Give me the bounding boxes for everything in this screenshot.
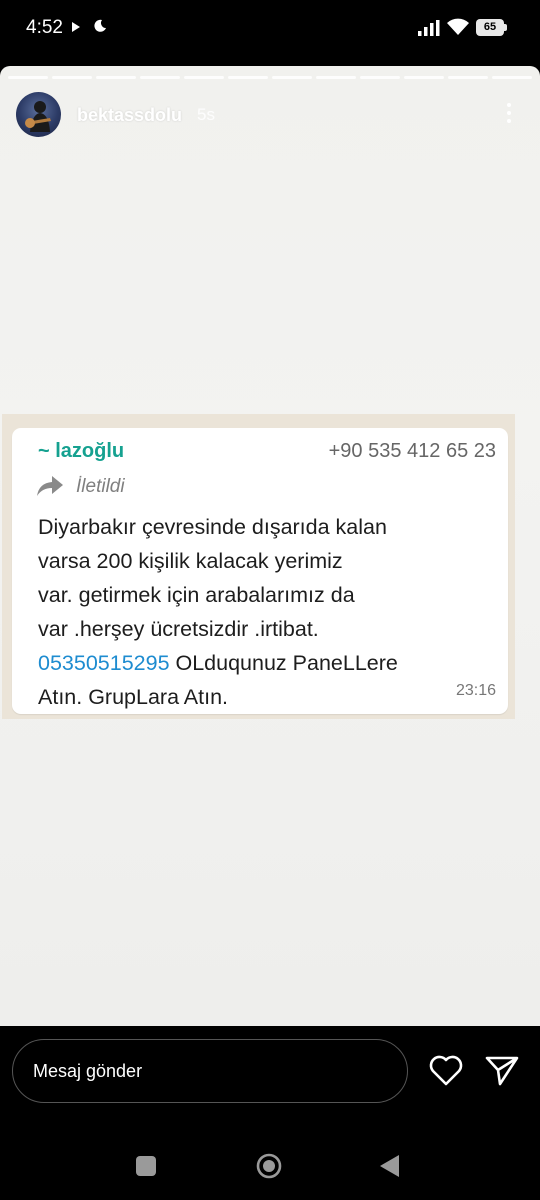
message-input[interactable]: Mesaj gönder — [12, 1039, 408, 1103]
recent-apps-icon[interactable] — [136, 1156, 156, 1176]
message-time: 23:16 — [455, 682, 496, 699]
progress-segment — [492, 76, 532, 79]
more-options-button[interactable] — [494, 98, 524, 128]
story-header: bektassdolu 5s — [16, 90, 526, 137]
progress-segment — [228, 76, 268, 79]
wifi-icon — [447, 18, 469, 35]
story-image: ~ lazoğlu +90 535 412 65 23 İletildi Diy… — [2, 414, 515, 719]
message-body: Diyarbakır çevresinde dışarıda kalan var… — [38, 510, 502, 714]
reply-bar: Mesaj gönder — [0, 1026, 540, 1126]
progress-segment — [184, 76, 224, 79]
status-bar: 4:52 65 — [0, 0, 540, 60]
message-line: Atın. GrupLara Atın. — [38, 685, 229, 709]
home-icon[interactable] — [256, 1153, 282, 1179]
phone-link[interactable]: 05350515295 — [38, 651, 170, 675]
message-line-rest: OLduqunuz PaneLLere — [169, 651, 398, 675]
message-line: 05350515295 OLduqunuz PaneLLere — [38, 646, 502, 680]
progress-segment — [8, 76, 48, 79]
progress-segment — [96, 76, 136, 79]
battery-icon: 65 — [476, 19, 508, 36]
sender-phone: +90 535 412 65 23 — [328, 440, 496, 462]
play-icon — [72, 22, 80, 32]
forward-icon — [37, 476, 63, 496]
message-input-placeholder: Mesaj gönder — [33, 1061, 143, 1081]
progress-segment — [272, 76, 312, 79]
message-sender: ~ lazoğlu — [38, 440, 125, 462]
avatar-figure — [25, 101, 51, 132]
progress-segment — [404, 76, 444, 79]
message-line: Diyarbakır çevresinde dışarıda kalan — [38, 515, 387, 539]
story-progress — [8, 76, 532, 79]
signal-icon — [418, 20, 440, 36]
message-line: var. getirmek için arabalarımız da — [38, 583, 355, 607]
story-view[interactable]: bektassdolu 5s ~ lazoğlu +90 535 412 65 … — [0, 66, 540, 1026]
send-icon[interactable] — [484, 1053, 520, 1087]
back-icon[interactable] — [380, 1155, 399, 1177]
battery-level: 65 — [476, 19, 504, 36]
progress-segment — [140, 76, 180, 79]
status-time: 4:52 — [26, 17, 63, 38]
message-line: varsa 200 kişilik kalacak yerimiz — [38, 549, 343, 573]
story-age: 5s — [197, 105, 215, 124]
message-line: var .herşey ücretsizdir .irtibat. — [38, 617, 319, 641]
message-bubble: ~ lazoğlu +90 535 412 65 23 İletildi Diy… — [12, 428, 508, 714]
progress-segment — [316, 76, 356, 79]
avatar[interactable] — [16, 92, 61, 137]
progress-segment — [360, 76, 400, 79]
forwarded-label: İletildi — [76, 476, 125, 497]
progress-segment — [52, 76, 92, 79]
nav-bar — [0, 1126, 540, 1200]
story-username[interactable]: bektassdolu — [77, 105, 182, 126]
moon-icon — [94, 19, 106, 32]
heart-icon[interactable] — [428, 1053, 464, 1087]
progress-segment — [448, 76, 488, 79]
